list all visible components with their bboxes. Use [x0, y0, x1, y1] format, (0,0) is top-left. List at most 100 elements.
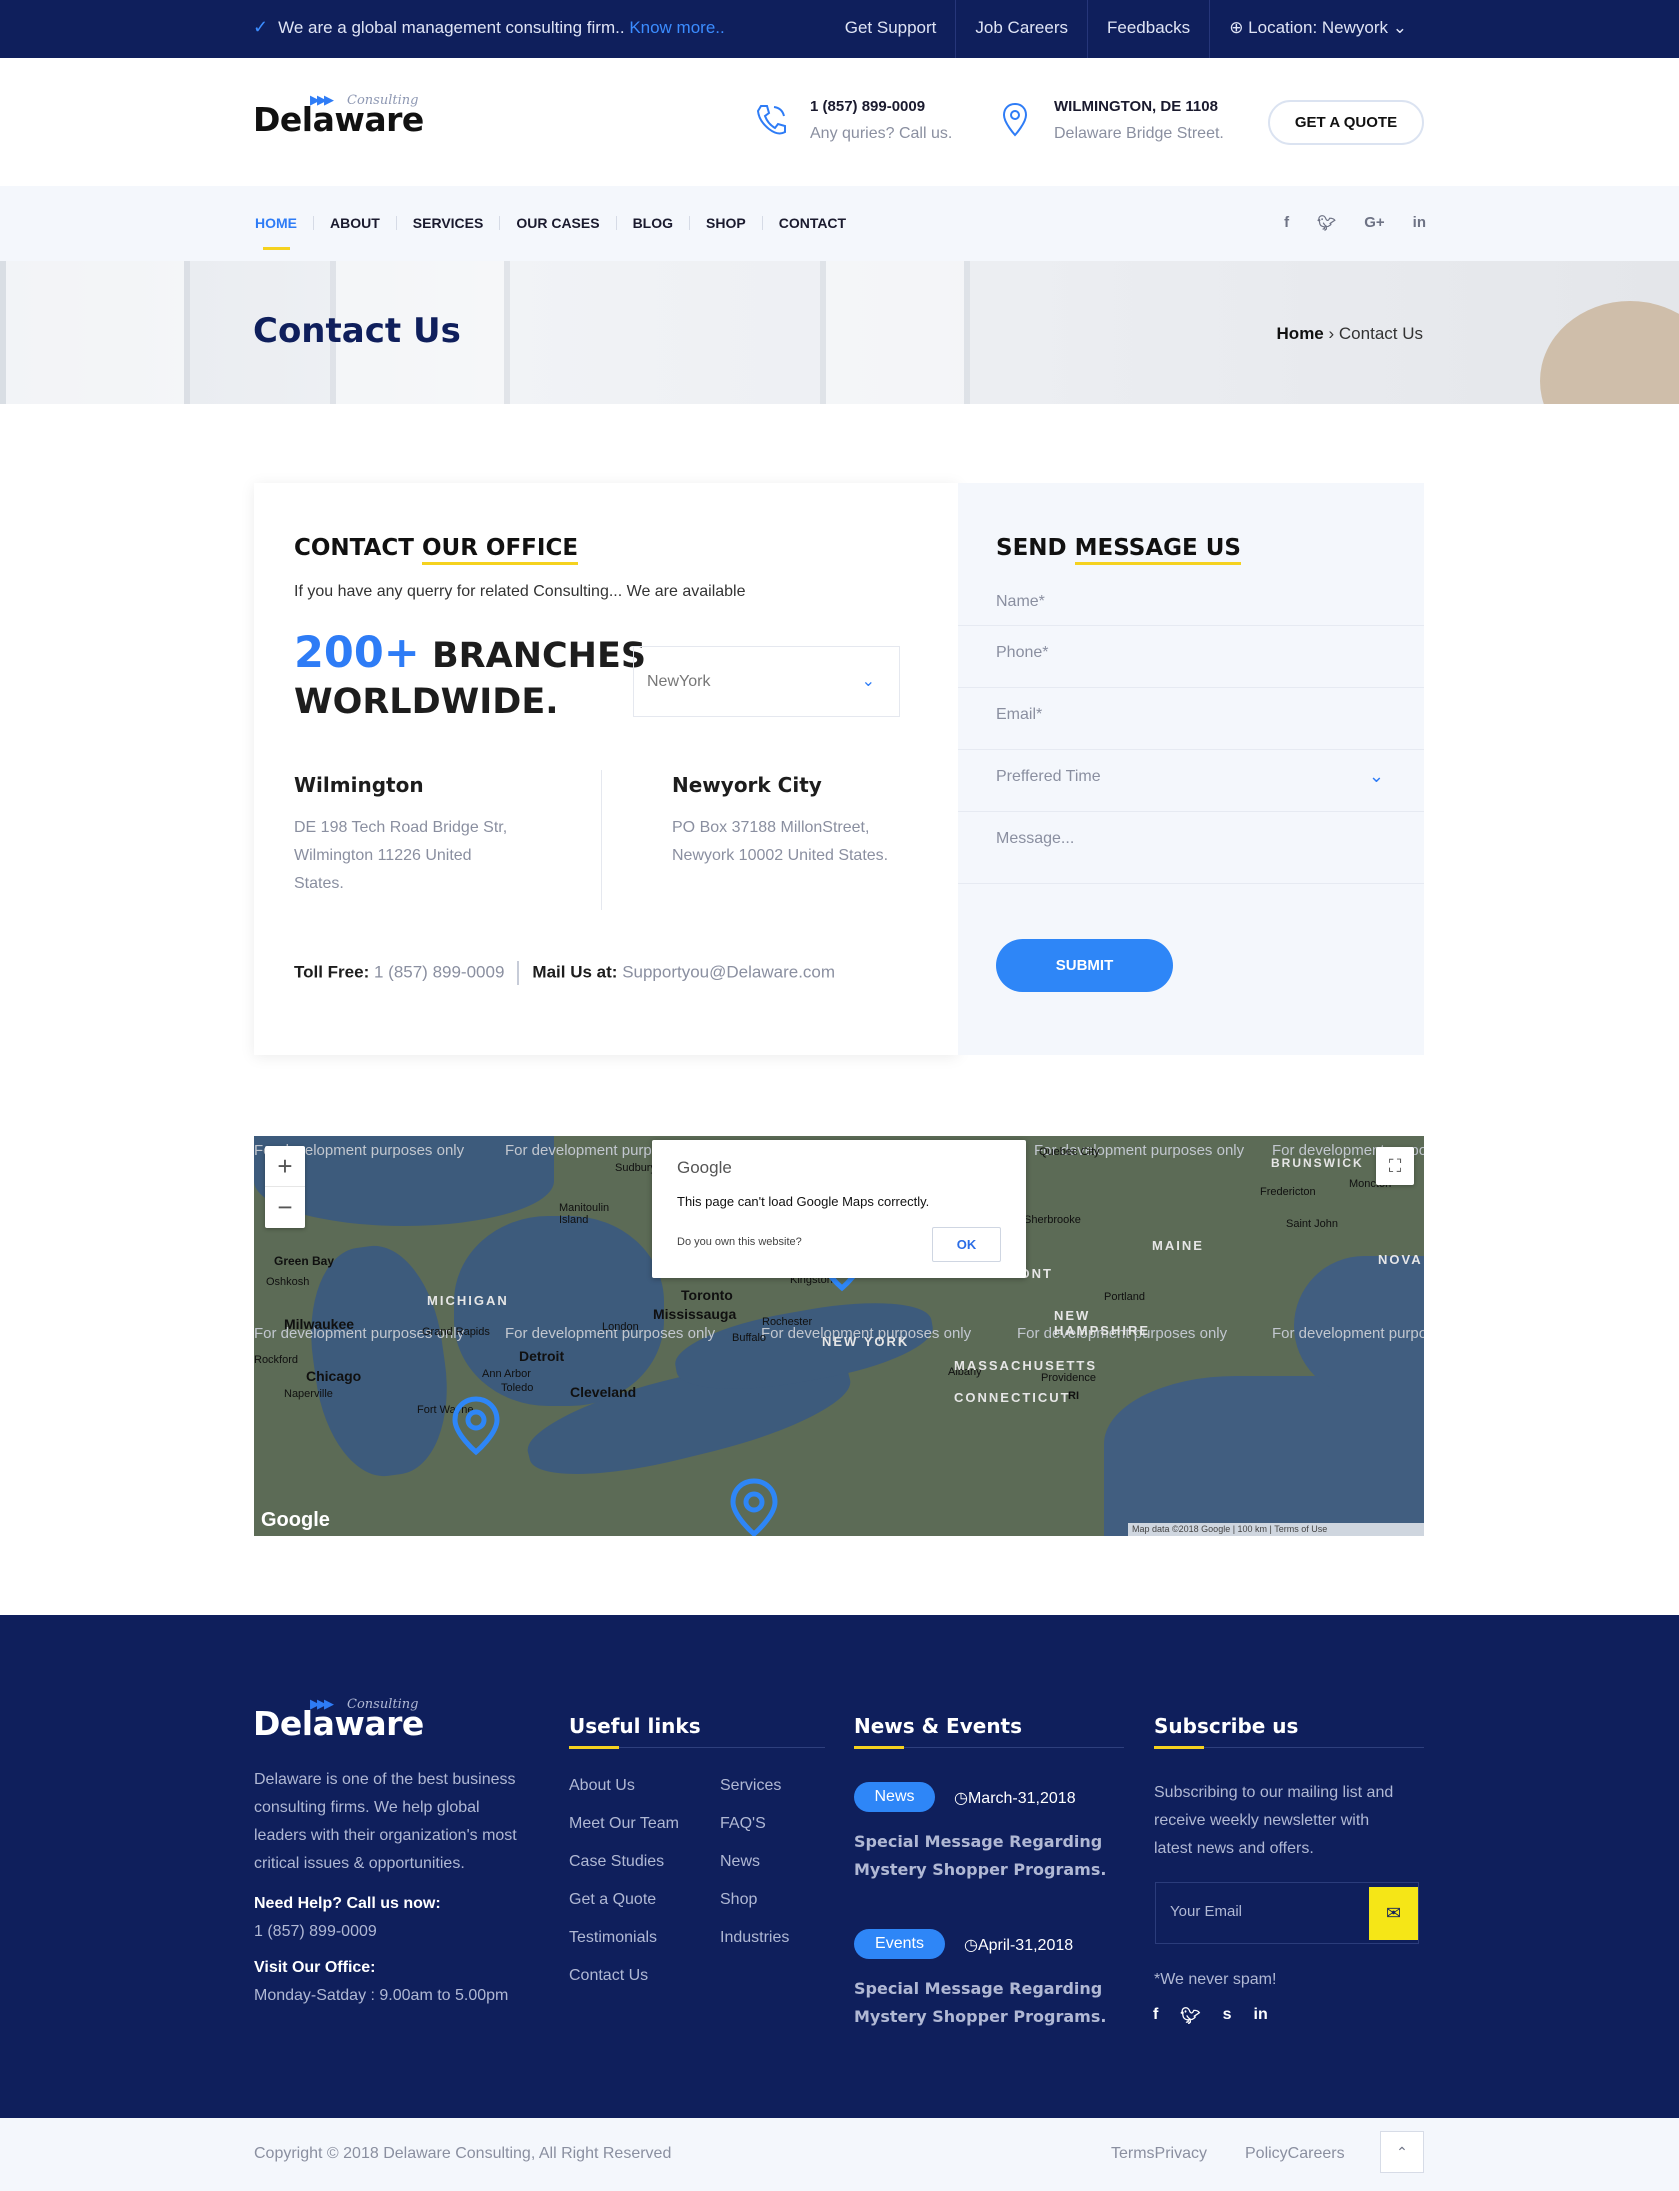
zoom-out-button[interactable]: −	[265, 1187, 305, 1228]
nav-services[interactable]: SERVICES	[395, 216, 500, 230]
city-select-value: NewYork	[647, 673, 711, 690]
footer-link-contact[interactable]: Contact Us	[569, 1967, 648, 1985]
top-bar: ✓ We are a global management consulting f…	[0, 0, 1679, 58]
news-date: ◷April-31,2018	[964, 1935, 1073, 1955]
policy-careers-link[interactable]: PolicyCareers	[1245, 2145, 1345, 2163]
linkedin-icon[interactable]: in	[1413, 214, 1426, 232]
map-label: Ann Arbor	[482, 1368, 531, 1380]
map-pin-icon[interactable]	[450, 1396, 502, 1461]
footer-link-about[interactable]: About Us	[569, 1777, 635, 1795]
preferred-time-select[interactable]: Preffered Time ⌄	[958, 750, 1424, 812]
breadcrumb-home[interactable]: Home	[1277, 324, 1324, 343]
map-label: Cleveland	[570, 1384, 637, 1400]
map-label: MAINE	[1152, 1238, 1204, 1253]
mail-value[interactable]: Supportyou@Delaware.com	[622, 962, 835, 981]
help-phone[interactable]: 1 (857) 899-0009	[254, 1923, 377, 1940]
nav-about[interactable]: ABOUT	[313, 216, 396, 230]
get-quote-button[interactable]: GET A QUOTE	[1268, 100, 1424, 145]
footer-link-team[interactable]: Meet Our Team	[569, 1815, 679, 1833]
footer-link-news[interactable]: News	[720, 1853, 760, 1871]
globe-icon: ⊕	[1229, 18, 1244, 37]
job-careers-link[interactable]: Job Careers	[955, 0, 1087, 58]
footer-link-industries[interactable]: Industries	[720, 1929, 789, 1947]
facebook-icon[interactable]: f	[1284, 214, 1289, 232]
phone-field[interactable]: Phone*	[958, 626, 1424, 688]
banner-person-decor	[1540, 301, 1679, 404]
toll-free-value[interactable]: 1 (857) 899-0009	[374, 962, 504, 981]
submit-button[interactable]: SUBMIT	[996, 939, 1173, 992]
name-field[interactable]: Name*	[958, 582, 1424, 626]
facebook-icon[interactable]: f	[1153, 2006, 1158, 2026]
map-label: Rochester	[762, 1316, 813, 1328]
nav-shop[interactable]: SHOP	[689, 216, 762, 230]
nav-home[interactable]: HOME	[255, 216, 313, 250]
office-address: DE 198 Tech Road Bridge Str, Wilmington 1…	[294, 814, 507, 898]
footer-link-services[interactable]: Services	[720, 1777, 781, 1795]
footer-link-faq[interactable]: FAQ'S	[720, 1815, 766, 1833]
footer-link-quote[interactable]: Get a Quote	[569, 1891, 656, 1909]
dialog-question[interactable]: Do you own this website?	[677, 1236, 802, 1248]
footer-about-line: critical issues & opportunities.	[254, 1855, 465, 1872]
office-newyork: Newyork City PO Box 37188 MillonStreet, N…	[672, 773, 888, 870]
back-to-top-button[interactable]: ⌃	[1380, 2131, 1424, 2173]
location-dropdown[interactable]: ⊕ Location: Newyork ⌄	[1209, 0, 1426, 58]
office-address-line: DE 198 Tech Road Bridge Str,	[294, 819, 508, 836]
subscribe-underline	[1154, 1746, 1424, 1749]
footer-logo[interactable]: ▶▶▶ Consulting Delaware	[253, 1694, 424, 1744]
fullscreen-button[interactable]: ⛶	[1376, 1147, 1414, 1185]
send-title-a: SEND	[996, 535, 1067, 561]
news-badge[interactable]: News	[854, 1782, 935, 1812]
twitter-icon[interactable]: 🐦︎	[1317, 214, 1336, 232]
email-field[interactable]: Email*	[958, 688, 1424, 750]
terms-privacy-link[interactable]: TermsPrivacy	[1111, 2145, 1207, 2163]
news-title[interactable]: Special Message Regarding Mystery Shopper…	[854, 1828, 1106, 1884]
banner-window-decor	[820, 261, 970, 404]
footer-social: f 🐦︎ s in	[1153, 2006, 1268, 2026]
dialog-brand: Google	[677, 1158, 732, 1177]
news-title[interactable]: Special Message Regarding Mystery Shopper…	[854, 1975, 1106, 2031]
linkedin-icon[interactable]: in	[1254, 2006, 1268, 2026]
map-label: Toledo	[501, 1382, 534, 1394]
nav-our-cases[interactable]: OUR CASES	[499, 216, 615, 230]
twitter-icon[interactable]: 🐦︎	[1180, 2006, 1200, 2026]
footer-link-cases[interactable]: Case Studies	[569, 1853, 664, 1871]
message-field[interactable]: Message...	[958, 812, 1424, 884]
nav-social: f 🐦︎ G+ in	[1284, 214, 1426, 232]
events-badge[interactable]: Events	[854, 1929, 945, 1959]
underline-accent	[1154, 1746, 1204, 1749]
office-name: Newyork City	[672, 773, 822, 797]
branches-number: 200+	[294, 628, 420, 678]
nav-blog[interactable]: BLOG	[615, 216, 689, 230]
google-plus-icon[interactable]: G+	[1364, 214, 1384, 232]
map-label: Buffalo	[732, 1332, 767, 1344]
map-pin-icon[interactable]	[728, 1478, 780, 1536]
map-attribution[interactable]: Map data ©2018 Google | 100 km | Terms o…	[1128, 1523, 1424, 1536]
map-label: Saint John	[1286, 1218, 1338, 1230]
location-label: Location: Newyork	[1248, 18, 1389, 37]
map-label: Fredericton	[1260, 1186, 1316, 1198]
skype-icon[interactable]: s	[1223, 2006, 1232, 2026]
nav-items: HOME ABOUT SERVICES OUR CASES BLOG SHOP …	[255, 216, 862, 250]
city-select[interactable]: NewYork ⌄	[633, 646, 900, 717]
footer-link-testimonials[interactable]: Testimonials	[569, 1929, 657, 1947]
nav-contact[interactable]: CONTACT	[761, 216, 862, 230]
subscribe-button[interactable]: ✉	[1369, 1887, 1418, 1940]
clock-icon: ◷	[964, 1937, 978, 1954]
phone-icon	[754, 102, 788, 143]
map-zoom-control: + −	[265, 1146, 305, 1228]
get-support-link[interactable]: Get Support	[826, 0, 956, 58]
feedbacks-link[interactable]: Feedbacks	[1087, 0, 1209, 58]
chevron-up-icon: ⌃	[1396, 2144, 1408, 2160]
contact-intro: If you have any querry for related Consu…	[294, 583, 746, 600]
know-more-link[interactable]: Know more..	[629, 18, 724, 37]
zoom-in-button[interactable]: +	[265, 1146, 305, 1187]
footer-link-shop[interactable]: Shop	[720, 1891, 757, 1909]
chevron-down-icon: ⌄	[1392, 18, 1407, 37]
header-logo[interactable]: ▶▶▶ Consulting Delaware	[253, 90, 424, 140]
news-line: Mystery Shopper Programs.	[854, 2007, 1107, 2026]
page-banner: Contact Us Home › Contact Us	[0, 261, 1679, 404]
dialog-ok-button[interactable]: OK	[932, 1227, 1001, 1262]
header-address-line: WILMINGTON, DE 1108	[1054, 98, 1218, 115]
news-date-text: April-31,2018	[977, 1937, 1074, 1954]
map-label: NEW HAMPSHIRE	[1054, 1308, 1151, 1338]
